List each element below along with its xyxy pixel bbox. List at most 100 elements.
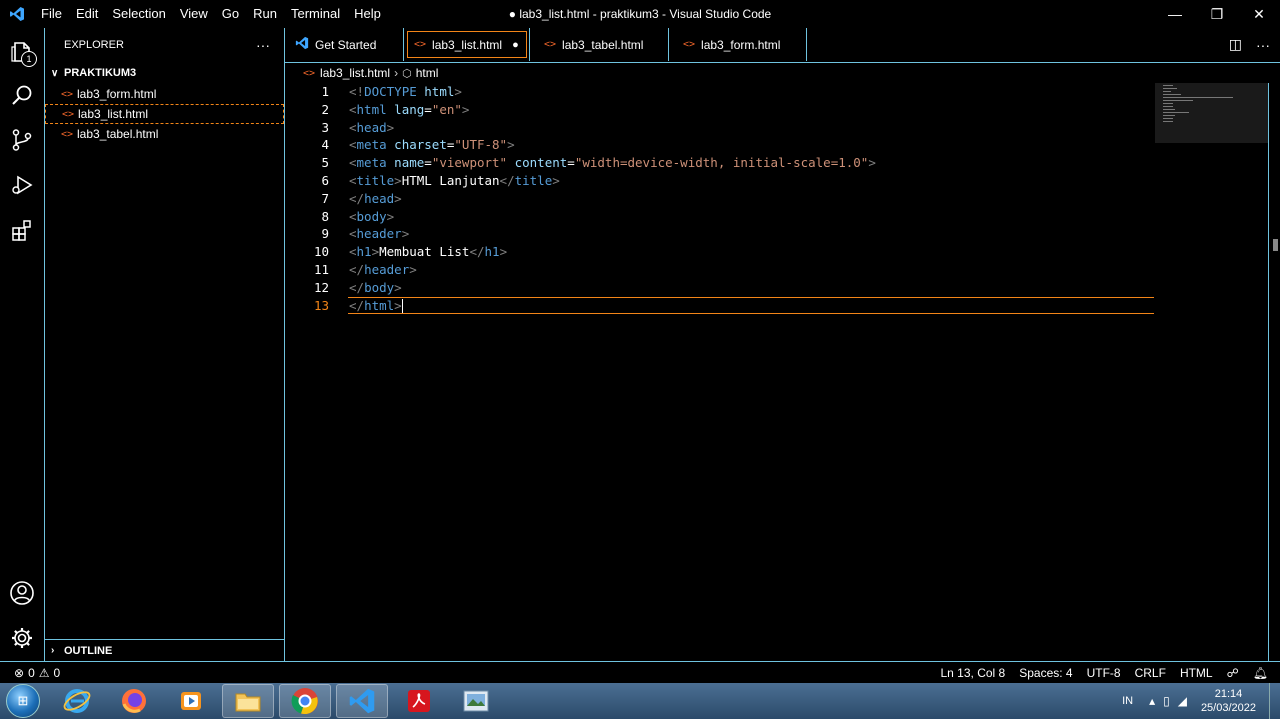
breadcrumb-symbol[interactable]: html bbox=[416, 66, 439, 80]
menu-file[interactable]: File bbox=[34, 0, 69, 28]
code-token: = bbox=[424, 155, 432, 171]
problems-indicator[interactable]: ⊗ 0 ⚠ 0 bbox=[0, 666, 60, 680]
text-caret bbox=[401, 299, 403, 314]
menu-go[interactable]: Go bbox=[215, 0, 246, 28]
explorer-more-button[interactable]: ··· bbox=[256, 37, 270, 53]
input-language[interactable]: IN bbox=[1122, 695, 1133, 707]
start-button[interactable]: ⊞ bbox=[0, 683, 46, 719]
code-token: head bbox=[356, 119, 387, 135]
bell-icon[interactable]: 🔔︎ bbox=[1253, 666, 1268, 680]
search-icon[interactable] bbox=[8, 82, 36, 110]
code-token: head bbox=[364, 190, 395, 206]
code-line[interactable]: <meta charset="UTF-8"> bbox=[349, 136, 876, 154]
menu-terminal[interactable]: Terminal bbox=[284, 0, 347, 28]
vscode-taskbar-icon[interactable] bbox=[336, 684, 388, 718]
explorer-icon[interactable]: 1 bbox=[8, 38, 37, 67]
menu-view[interactable]: View bbox=[173, 0, 215, 28]
html-file-icon: <> bbox=[683, 39, 696, 50]
html-file-icon: <> bbox=[62, 108, 75, 120]
restore-button[interactable]: ❐ bbox=[1196, 0, 1238, 28]
outline-section[interactable]: › OUTLINE bbox=[45, 639, 284, 661]
network-signal-icon[interactable]: ◢ bbox=[1178, 694, 1187, 708]
error-icon: ⊗ bbox=[14, 665, 25, 680]
html-file-icon: <> bbox=[61, 128, 74, 140]
file-item-lab3-list[interactable]: <> lab3_list.html bbox=[45, 104, 284, 124]
language-mode[interactable]: HTML bbox=[1180, 666, 1213, 680]
code-token: > bbox=[409, 261, 417, 277]
cursor-position[interactable]: Ln 13, Col 8 bbox=[941, 666, 1006, 680]
code-token: < bbox=[349, 119, 357, 135]
code-content[interactable]: <!DOCTYPE html> <html lang="en"> <head> <me… bbox=[349, 83, 876, 314]
code-line[interactable]: <html lang="en"> bbox=[349, 101, 876, 119]
file-item-lab3-form[interactable]: <> lab3_form.html bbox=[45, 84, 284, 104]
tab-label: lab3_form.html bbox=[701, 37, 781, 52]
more-actions-button[interactable]: ··· bbox=[1256, 37, 1270, 53]
code-line[interactable]: </body> bbox=[349, 279, 876, 297]
firefox-icon[interactable] bbox=[108, 684, 160, 718]
code-line[interactable]: <title>HTML Lanjutan</title> bbox=[349, 172, 876, 190]
code-token: > bbox=[386, 208, 395, 224]
account-icon[interactable] bbox=[8, 579, 36, 607]
photo-viewer-icon[interactable] bbox=[450, 684, 502, 718]
file-item-lab3-tabel[interactable]: <> lab3_tabel.html bbox=[45, 124, 284, 144]
code-line[interactable]: </header> bbox=[349, 261, 876, 279]
split-editor-icon[interactable]: ◫ bbox=[1229, 36, 1242, 53]
code-line[interactable]: <meta name="viewport" content="width=dev… bbox=[349, 154, 876, 172]
clock[interactable]: 21:14 25/03/2022 bbox=[1201, 687, 1256, 715]
menu-help[interactable]: Help bbox=[347, 0, 388, 28]
code-line[interactable]: <body> bbox=[349, 208, 876, 226]
close-button[interactable]: ✕ bbox=[1238, 0, 1280, 28]
vertical-scrollbar[interactable] bbox=[1268, 83, 1280, 661]
status-bar: ⊗ 0 ⚠ 0 Ln 13, Col 8 Spaces: 4 UTF-8 CRL… bbox=[0, 661, 1280, 683]
code-token: h1 bbox=[484, 244, 500, 260]
chrome-icon[interactable] bbox=[279, 684, 331, 718]
minimize-button[interactable]: — bbox=[1154, 0, 1196, 28]
tab-lab3-form[interactable]: <> lab3_form.html bbox=[669, 28, 807, 61]
battery-icon[interactable]: ▯ bbox=[1163, 694, 1170, 708]
code-line[interactable]: </head> bbox=[349, 190, 876, 208]
code-line[interactable]: <head> bbox=[349, 119, 876, 137]
line-ending[interactable]: CRLF bbox=[1135, 666, 1166, 680]
tab-get-started[interactable]: Get Started bbox=[285, 28, 404, 61]
vscode-logo-icon bbox=[295, 36, 309, 53]
indentation[interactable]: Spaces: 4 bbox=[1019, 666, 1072, 680]
code-line[interactable]: <!DOCTYPE html> bbox=[349, 83, 876, 101]
code-line[interactable]: <header> bbox=[349, 225, 876, 243]
html-file-icon: <> bbox=[61, 88, 74, 100]
code-token: header bbox=[356, 226, 402, 242]
menu-selection[interactable]: Selection bbox=[105, 0, 172, 28]
minimap[interactable] bbox=[1155, 83, 1268, 143]
code-token: > bbox=[454, 84, 462, 99]
show-desktop-button[interactable] bbox=[1269, 683, 1280, 719]
tab-lab3-tabel[interactable]: <> lab3_tabel.html bbox=[530, 28, 669, 61]
media-player-icon[interactable] bbox=[165, 684, 217, 718]
tab-lab3-list[interactable]: <> lab3_list.html ● bbox=[404, 28, 530, 61]
code-editor[interactable]: 1 2 3 4 5 6 7 8 9 10 11 12 13 <!DOCTYPE html> <html l… bbox=[285, 83, 1280, 661]
feedback-icon[interactable]: ☍ bbox=[1227, 666, 1239, 680]
code-token: > bbox=[394, 172, 402, 188]
code-token: lang bbox=[394, 101, 425, 117]
run-debug-icon[interactable] bbox=[8, 171, 36, 199]
source-control-icon[interactable] bbox=[8, 126, 36, 154]
extensions-icon[interactable] bbox=[8, 216, 36, 244]
error-count: 0 bbox=[28, 665, 35, 680]
menu-edit[interactable]: Edit bbox=[69, 0, 105, 28]
show-hidden-icons-icon[interactable]: ▴ bbox=[1149, 694, 1155, 708]
folder-header[interactable]: ∨ PRAKTIKUM3 bbox=[45, 62, 284, 84]
encoding[interactable]: UTF-8 bbox=[1087, 666, 1121, 680]
code-line[interactable]: </html> bbox=[349, 297, 876, 315]
breadcrumb-file[interactable]: lab3_list.html bbox=[320, 66, 390, 80]
code-token: header bbox=[364, 261, 410, 277]
acrobat-icon[interactable] bbox=[393, 684, 445, 718]
unsaved-dot-icon[interactable]: ● bbox=[512, 39, 519, 51]
file-explorer-icon[interactable] bbox=[222, 684, 274, 718]
gear-icon[interactable] bbox=[8, 624, 36, 652]
code-line[interactable]: <h1>Membuat List</h1> bbox=[349, 243, 876, 261]
menu-run[interactable]: Run bbox=[246, 0, 284, 28]
code-token: > bbox=[394, 190, 402, 206]
code-token: > bbox=[394, 279, 402, 295]
line-number: 4 bbox=[321, 137, 329, 153]
clock-time: 21:14 bbox=[1214, 688, 1243, 700]
code-token: > bbox=[868, 155, 876, 171]
internet-explorer-icon[interactable] bbox=[51, 684, 103, 718]
